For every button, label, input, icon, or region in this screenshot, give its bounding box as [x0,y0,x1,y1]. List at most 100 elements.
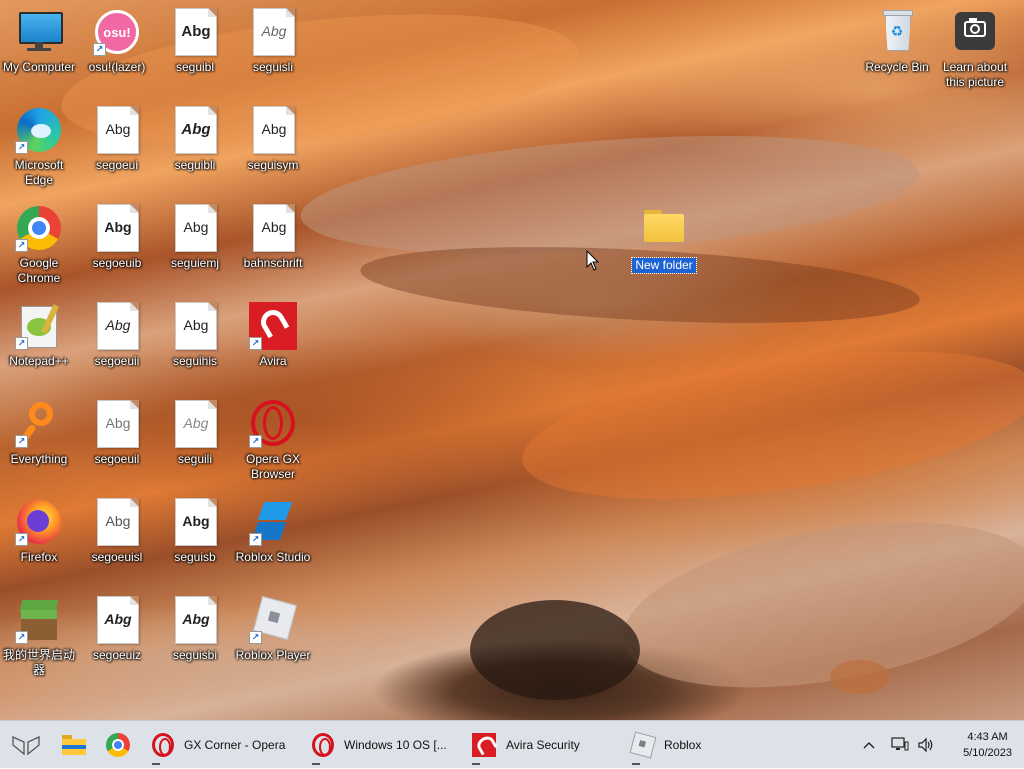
font-seguisbi[interactable]: Abg seguisbi [156,596,234,663]
font-seguisli-label: seguisli [252,60,294,74]
font-seguisym-label: seguisym [247,158,299,172]
font-seguiemj-label: seguiemj [170,256,220,270]
volume-button[interactable] [914,721,938,769]
font-file-icon: Abg [171,204,219,252]
clock-date: 5/10/2023 [963,747,1012,759]
font-seguiemj[interactable]: Abg seguiemj [156,204,234,271]
font-segoeuiz[interactable]: Abg segoeuiz [78,596,156,663]
font-seguisym[interactable]: Abg seguisym [234,106,312,173]
recycle-bin[interactable]: ♻ Recycle Bin [858,8,936,75]
running-indicator [472,763,480,765]
running-indicator [632,763,640,765]
chrome-taskbar-button[interactable] [100,721,136,769]
taskbar-app-label: Avira Security [506,738,580,752]
font-file-icon: Abg [171,8,219,56]
minecraft-launcher-label: 我的世界启动器 [2,648,75,677]
learn-about-picture[interactable]: Learn about this picture [936,8,1014,90]
font-file-icon: Abg [93,204,141,252]
roblox-studio-shortcut[interactable]: ↗ Roblox Studio [234,498,312,565]
font-segoeuiz-label: segoeuiz [92,648,142,662]
font-file-icon: Abg [171,302,219,350]
magnifier-icon: ↗ [15,400,63,448]
new-folder[interactable]: New folder [624,204,704,274]
osu-lazer-shortcut[interactable]: osu! ↗ osu!(lazer) [78,8,156,75]
new-folder-rename-field[interactable]: New folder [631,257,697,274]
chrome-icon [106,733,130,757]
font-file-icon: Abg [93,106,141,154]
clock[interactable]: 4:43 AM 5/10/2023 [963,729,1012,761]
taskbar-app-roblox[interactable]: Roblox [620,721,780,769]
camera-icon [951,8,999,56]
roblox-studio-icon: ↗ [249,498,297,546]
font-segoeuii[interactable]: Abg segoeuii [78,302,156,369]
taskbar-app-avira[interactable]: Avira Security [460,721,620,769]
font-seguihis[interactable]: Abg seguihis [156,302,234,369]
notepad-plus-plus-label: Notepad++ [9,354,69,368]
folder-icon [62,735,86,755]
font-file-icon: Abg [171,400,219,448]
font-bahnschrift-label: bahnschrift [243,256,303,270]
file-explorer-button[interactable] [56,721,92,769]
font-seguisli[interactable]: Abg seguisli [234,8,312,75]
notepad-plus-plus-shortcut[interactable]: ↗ Notepad++ [0,302,78,369]
microsoft-edge-label: Microsoft Edge [14,158,64,187]
font-seguisbi-label: seguisbi [172,648,218,662]
font-segoeui[interactable]: Abg segoeui [78,106,156,173]
running-indicator [152,763,160,765]
chrome-icon: ↗ [15,204,63,252]
font-segoeuil-label: segoeuil [94,452,140,466]
edge-icon: ↗ [15,106,63,154]
google-chrome-shortcut[interactable]: ↗ Google Chrome [0,204,78,286]
taskbar-app-label: Roblox [664,738,702,752]
roblox-player-shortcut[interactable]: ↗ Roblox Player [234,595,312,663]
font-seguili-label: seguili [177,452,213,466]
font-seguili[interactable]: Abg seguili [156,400,234,467]
google-chrome-label: Google Chrome [17,256,61,285]
avira-icon [472,733,498,757]
font-seguibli[interactable]: Abg seguibli [156,106,234,173]
osu-lazer-label: osu!(lazer) [88,60,146,74]
roblox-studio-label: Roblox Studio [235,550,311,564]
taskbar-app-opera-gx[interactable]: GX Corner - Opera [140,721,300,769]
network-button[interactable] [888,721,912,769]
font-file-icon: Abg [171,596,219,644]
recycle-bin-label: Recycle Bin [865,60,929,74]
start-button[interactable] [4,721,48,769]
minecraft-launcher-shortcut[interactable]: ↗ 我的世界启动器 [0,596,78,678]
clock-time: 4:43 AM [967,731,1008,743]
font-file-icon: Abg [93,596,141,644]
font-seguisb[interactable]: Abg seguisb [156,498,234,565]
taskbar-app-opera-windows[interactable]: Windows 10 OS [... [300,721,460,769]
monitor-icon [15,8,63,56]
font-file-icon: Abg [93,302,141,350]
mouse-cursor [586,250,600,271]
firefox-icon: ↗ [15,498,63,546]
font-file-icon: Abg [171,106,219,154]
roblox-icon [629,731,657,759]
opera-gx-label: Opera GX Browser [245,452,301,481]
grass-block-icon: ↗ [15,596,63,644]
avira-shortcut[interactable]: ↗ Avira [234,302,312,369]
font-segoeuisl[interactable]: Abg segoeuisl [78,498,156,565]
font-segoeuib[interactable]: Abg segoeuib [78,204,156,271]
learn-about-picture-label: Learn about this picture [942,60,1008,89]
show-hidden-icons-button[interactable] [858,721,880,769]
font-seguisb-label: seguisb [174,550,216,564]
font-file-icon: Abg [249,204,297,252]
my-computer-shortcut[interactable]: My Computer [0,8,78,75]
my-computer-label: My Computer [2,60,76,74]
font-segoeuil[interactable]: Abg segoeuil [78,400,156,467]
firefox-shortcut[interactable]: ↗ Firefox [0,498,78,565]
everything-shortcut[interactable]: ↗ Everything [0,400,78,467]
font-bahnschrift[interactable]: Abg bahnschrift [234,204,312,271]
taskbar-app-label: Windows 10 OS [... [344,738,447,752]
opera-gx-shortcut[interactable]: ↗ Opera GX Browser [234,400,312,482]
font-seguibl[interactable]: Abg seguibl [156,8,234,75]
opera-gx-icon [312,733,334,757]
network-icon [891,737,909,751]
speaker-icon [918,737,933,753]
folder-icon [640,204,688,252]
microsoft-edge-shortcut[interactable]: ↗ Microsoft Edge [0,106,78,188]
taskbar: GX Corner - Opera Windows 10 OS [... Avi… [0,720,1024,768]
opera-gx-icon [152,733,174,757]
